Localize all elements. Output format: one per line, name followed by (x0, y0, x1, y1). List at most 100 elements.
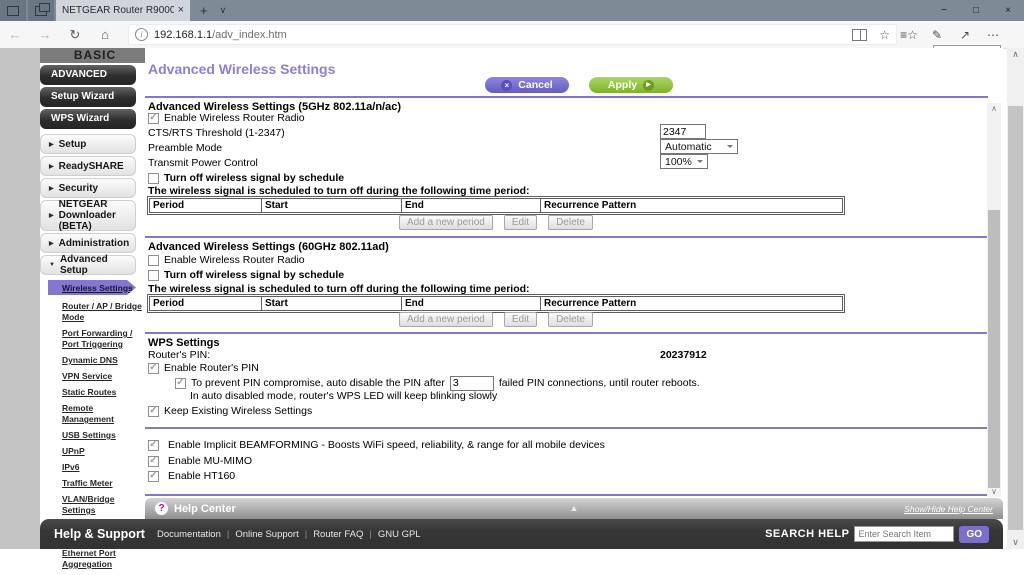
beamforming-checkbox[interactable] (148, 440, 159, 451)
transmit-power-select[interactable]: 100% (660, 154, 708, 169)
minimize-icon[interactable]: − (928, 0, 960, 21)
sidebar-item-setup-wizard[interactable]: Setup Wizard (40, 87, 136, 107)
url-text: 192.168.1.1/adv_index.htm (154, 29, 287, 41)
add-period-button-60ghz[interactable]: Add a new period (399, 312, 493, 327)
tab-basic[interactable]: BASIC (40, 48, 150, 63)
sidebar-item-router-ap-bridge-mode[interactable]: Router / AP / Bridge Mode (40, 301, 142, 323)
delete-period-button-5ghz[interactable]: Delete (548, 215, 593, 230)
favorites-bar-icon[interactable]: ≡☆ (895, 28, 923, 42)
schedule-toggle-5ghz-checkbox[interactable] (148, 173, 159, 184)
help-center-bar[interactable]: ? Help Center ▲ Show/Hide Help Center (145, 498, 1003, 519)
sidebar-item-static-routes[interactable]: Static Routes (40, 387, 142, 398)
footer-link-documentation[interactable]: Documentation (157, 529, 235, 540)
browser-tab-bar: NETGEAR Router R9000 × + ∨ − □ × (0, 0, 1024, 21)
site-info-icon[interactable]: i (135, 28, 148, 41)
enable-pin-checkbox[interactable] (148, 363, 159, 374)
home-icon[interactable]: ⌂ (90, 27, 120, 42)
panel-scrollbar[interactable]: ∧ ∨ (987, 103, 1001, 497)
search-help-label: SEARCH HELP (765, 528, 849, 540)
enable-radio-60ghz-checkbox[interactable] (148, 255, 159, 266)
apply-button[interactable]: Apply ▶ (589, 77, 673, 93)
sidebar-item-usb-settings[interactable]: USB Settings (40, 430, 142, 441)
schedule-toggle-60ghz-label: Turn off wireless signal by schedule (164, 269, 344, 281)
sidebar-item-ethernet-port-aggregation[interactable]: Ethernet Port Aggregation (40, 548, 142, 570)
schedule-toggle-60ghz-checkbox[interactable] (148, 270, 159, 281)
sidebar-group-administration[interactable]: ▶ Administration (40, 233, 136, 253)
scroll-down-icon[interactable]: ∨ (1007, 536, 1024, 549)
col-start: Start (262, 199, 402, 213)
sidebar-item-wireless-settings[interactable]: Wireless Settings (48, 280, 136, 295)
tab-title: NETGEAR Router R9000 (62, 5, 174, 16)
sidebar-item-remote-management[interactable]: Remote Management (40, 403, 142, 425)
cancel-button[interactable]: × Cancel (485, 77, 569, 93)
go-button[interactable]: GO (959, 526, 989, 543)
sidebar-item-vlan-bridge-settings[interactable]: VLAN/Bridge Settings (40, 494, 142, 516)
keep-existing-checkbox[interactable] (148, 406, 159, 417)
footer-link-router-faq[interactable]: Router FAQ (313, 529, 378, 540)
show-hide-help-link[interactable]: Show/Hide Help Center (904, 504, 993, 514)
sidebar-item-upnp[interactable]: UPnP (40, 446, 142, 457)
panel-scrollbar-thumb[interactable] (988, 210, 1000, 488)
footer-link-online-support[interactable]: Online Support (235, 529, 313, 540)
sidebar-group-label: Setup (59, 139, 87, 150)
add-period-button-5ghz[interactable]: Add a new period (399, 215, 493, 230)
section-divider (145, 236, 988, 238)
browser-scrollbar[interactable]: ∧ ∨ (1007, 48, 1024, 549)
share-icon[interactable]: ↗ (951, 28, 979, 42)
delete-period-button-60ghz[interactable]: Delete (548, 312, 593, 327)
collapse-triangle-icon[interactable]: ▲ (570, 503, 579, 513)
edit-period-button-5ghz[interactable]: Edit (504, 215, 537, 230)
sidebar-item-traffic-meter[interactable]: Traffic Meter (40, 478, 142, 489)
sidebar-group-readyshare[interactable]: ▶ ReadySHARE (40, 156, 136, 176)
scroll-up-icon[interactable]: ∧ (1007, 48, 1024, 61)
ht160-label: Enable HT160 (168, 470, 235, 482)
set-aside-tabs-icon[interactable] (0, 0, 26, 21)
ht160-checkbox[interactable] (148, 471, 159, 482)
sidebar-item-vpn-service[interactable]: VPN Service (40, 371, 142, 382)
close-window-icon[interactable]: × (992, 0, 1024, 21)
scroll-down-icon[interactable]: ∨ (987, 486, 1001, 497)
sidebar-group-netgear-downloader[interactable]: ▶ NETGEAR Downloader (BETA) (40, 200, 136, 231)
footer-link-gnu-gpl[interactable]: GNU GPL (378, 529, 421, 540)
enable-radio-5ghz-checkbox[interactable] (148, 113, 159, 124)
tab-list-chevron-icon[interactable]: ∨ (220, 6, 227, 15)
refresh-icon[interactable]: ↻ (60, 27, 90, 43)
cts-rts-label: CTS/RTS Threshold (1-2347) (148, 127, 285, 139)
sidebar-item-dynamic-dns[interactable]: Dynamic DNS (40, 355, 142, 366)
sidebar-group-security[interactable]: ▶ Security (40, 178, 136, 198)
back-icon[interactable]: ← (0, 27, 30, 42)
sidebar-item-wps-wizard[interactable]: WPS Wizard (40, 109, 136, 129)
close-tab-icon[interactable]: × (178, 5, 184, 16)
sidebar-item-port-forwarding[interactable]: Port Forwarding / Port Triggering (40, 328, 142, 350)
annotate-pen-icon[interactable]: ✎ (923, 28, 951, 42)
reading-view-icon[interactable] (852, 29, 867, 41)
browser-tab[interactable]: NETGEAR Router R9000 × (56, 0, 190, 21)
sidebar-group-label: Administration (59, 238, 130, 249)
sidebar-group-setup[interactable]: ▶ Setup (40, 134, 136, 154)
auto-disable-pin-checkbox[interactable] (175, 378, 186, 389)
favorite-star-icon[interactable]: ☆ (879, 28, 890, 42)
cancel-x-icon: × (501, 80, 512, 91)
sidebar-item-advanced-home[interactable]: ADVANCED Home (40, 65, 136, 85)
mu-mimo-label: Enable MU-MIMO (168, 455, 252, 467)
browser-scrollbar-thumb[interactable] (1008, 106, 1023, 530)
section-heading-60ghz: Advanced Wireless Settings (60GHz 802.11… (148, 241, 389, 253)
forward-icon[interactable]: → (30, 27, 60, 42)
col-recurrence: Recurrence Pattern (541, 199, 843, 213)
maximize-icon[interactable]: □ (960, 0, 992, 21)
auto-disable-count-input[interactable] (450, 376, 494, 391)
more-options-icon[interactable]: ⋯ (979, 28, 1007, 42)
mu-mimo-checkbox[interactable] (148, 456, 159, 467)
edit-period-button-60ghz[interactable]: Edit (504, 312, 537, 327)
sidebar-group-advanced-setup[interactable]: ▼ Advanced Setup (40, 255, 136, 275)
search-help-input[interactable] (854, 526, 954, 542)
scroll-up-icon[interactable]: ∧ (987, 103, 1001, 114)
sidebar-item-ipv6[interactable]: IPv6 (40, 462, 142, 473)
preamble-select[interactable]: Automatic (660, 139, 738, 154)
new-tab-icon[interactable]: + (200, 4, 208, 17)
tab-preview-icon[interactable] (28, 0, 54, 21)
url-host: 192.168.1.1 (154, 29, 212, 41)
auto-disable-prefix: To prevent PIN compromise, auto disable … (191, 377, 445, 389)
cts-rts-input[interactable] (660, 124, 706, 139)
address-bar[interactable]: i 192.168.1.1/adv_index.htm ☆ (128, 24, 897, 45)
